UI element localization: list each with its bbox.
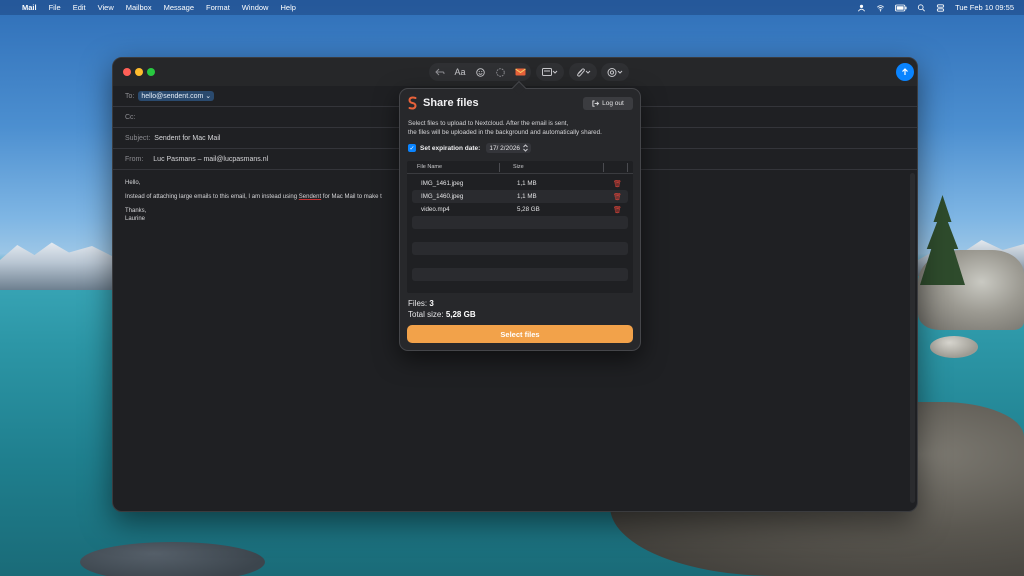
trash-icon[interactable]: 🗑 <box>613 206 622 214</box>
attach-button[interactable] <box>569 63 597 81</box>
stepper-icon[interactable] <box>523 144 528 152</box>
empty-row <box>412 242 628 255</box>
trash-icon[interactable]: 🗑 <box>613 193 622 201</box>
menu-view[interactable]: View <box>98 3 114 12</box>
battery-icon[interactable] <box>895 4 907 12</box>
empty-row <box>412 216 628 229</box>
body-signature: Laurine <box>125 216 146 222</box>
table-row[interactable]: IMG_1461.jpeg 1,1 MB 🗑 <box>412 177 628 190</box>
menu-edit[interactable]: Edit <box>73 3 86 12</box>
send-button[interactable] <box>896 63 914 81</box>
cc-label: Cc: <box>125 113 136 121</box>
reply-arrow-icon[interactable] <box>430 63 450 81</box>
format-toolbar: Aa <box>429 63 531 81</box>
send-arrow-icon <box>902 68 908 75</box>
scrollbar[interactable] <box>910 173 915 503</box>
subject-field[interactable]: Sendent for Mac Mail <box>154 135 220 142</box>
file-size: 1,1 MB <box>517 180 537 187</box>
paperclip-icon <box>577 67 591 77</box>
wallpaper-trees <box>920 195 965 285</box>
file-name: video.mp4 <box>421 206 450 213</box>
column-size[interactable]: Size <box>513 164 524 170</box>
empty-row <box>412 268 628 281</box>
sendent-logo-icon <box>408 96 417 110</box>
format-text-button[interactable]: Aa <box>450 63 470 81</box>
expiration-date-value: 17/ 2/2026 <box>489 144 521 152</box>
expiration-row: ✓ Set expiration date: 17/ 2/2026 <box>408 143 532 153</box>
menu-bar: Mail File Edit View Mailbox Message Form… <box>0 0 1024 15</box>
zoom-window-button[interactable] <box>147 68 155 76</box>
table-row[interactable]: IMG_1460.jpeg 1,1 MB 🗑 <box>412 190 628 203</box>
empty-row <box>412 255 628 268</box>
expiration-checkbox[interactable]: ✓ <box>408 144 416 152</box>
header-fields-button[interactable] <box>536 63 564 81</box>
select-files-button[interactable]: Select files <box>407 325 633 343</box>
popover-title: Share files <box>423 97 479 109</box>
to-recipient-value: hello@sendent.com <box>141 93 204 100</box>
table-row[interactable]: video.mp4 5,28 GB 🗑 <box>412 203 628 216</box>
expiration-date-picker[interactable]: 17/ 2/2026 <box>486 143 532 153</box>
wallpaper-mountains-left <box>0 242 115 290</box>
emoji-icon[interactable] <box>470 63 490 81</box>
total-size-value: 5,28 GB <box>445 310 476 319</box>
menu-clock[interactable]: Tue Feb 10 09:55 <box>955 3 1014 12</box>
expiration-label: Set expiration date: <box>420 144 481 152</box>
files-count-label: Files: <box>408 299 428 308</box>
logout-icon <box>592 100 600 107</box>
file-size: 5,28 GB <box>517 206 540 213</box>
file-name: IMG_1461.jpeg <box>421 180 464 187</box>
markup-icon[interactable] <box>490 63 510 81</box>
to-label: To: <box>125 92 135 100</box>
control-center-icon[interactable] <box>936 3 945 12</box>
menu-window[interactable]: Window <box>242 3 269 12</box>
column-divider <box>499 163 500 172</box>
file-size: 1,1 MB <box>517 193 537 200</box>
body-thanks: Thanks, <box>125 208 147 214</box>
title-bar: Aa <box>113 58 917 86</box>
logout-button[interactable]: Log out <box>583 97 633 110</box>
mention-button[interactable] <box>601 63 629 81</box>
files-summary: Files: 3 Total size: 5,28 GB <box>408 298 476 320</box>
from-label: From: <box>125 155 144 163</box>
file-name: IMG_1460.jpeg <box>421 193 464 200</box>
to-recipient-token[interactable]: hello@sendent.com ⌄ <box>138 91 215 101</box>
message-body[interactable]: Hello, Instead of attaching large emails… <box>125 179 382 229</box>
header-fields-icon <box>542 68 558 76</box>
table-header: File Name Size <box>407 161 633 174</box>
search-icon[interactable] <box>917 3 926 12</box>
logout-label: Log out <box>602 100 624 107</box>
wifi-icon[interactable] <box>876 4 885 12</box>
menu-message[interactable]: Message <box>164 3 194 12</box>
menu-help[interactable]: Help <box>280 3 295 12</box>
column-divider <box>627 163 628 172</box>
status-area: Tue Feb 10 09:55 <box>857 3 1014 12</box>
from-selector[interactable]: Luc Pasmans – mail@lucpasmans.nl <box>153 156 268 163</box>
menu-file[interactable]: File <box>49 3 61 12</box>
subject-label: Subject: <box>125 134 151 142</box>
wallpaper-rock-left <box>80 542 265 576</box>
at-sign-icon <box>607 67 623 77</box>
user-switch-icon[interactable] <box>857 4 866 12</box>
total-size-label: Total size: <box>408 310 444 319</box>
close-window-button[interactable] <box>123 68 131 76</box>
files-count-value: 3 <box>429 299 434 308</box>
sendent-share-icon[interactable] <box>510 63 530 81</box>
trash-icon[interactable]: 🗑 <box>613 180 622 188</box>
column-divider <box>603 163 604 172</box>
popover-description: Select files to upload to Nextcloud. Aft… <box>408 120 602 136</box>
menu-mailbox[interactable]: Mailbox <box>126 3 152 12</box>
menu-app-name[interactable]: Mail <box>22 3 37 12</box>
body-greeting: Hello, <box>125 180 141 186</box>
empty-row <box>412 229 628 242</box>
body-paragraph: Instead of attaching large emails to thi… <box>125 194 382 200</box>
share-files-popover: Share files Log out Select files to uplo… <box>399 80 641 351</box>
files-table: File Name Size IMG_1461.jpeg 1,1 MB 🗑 IM… <box>407 161 633 293</box>
menu-format[interactable]: Format <box>206 3 230 12</box>
minimize-window-button[interactable] <box>135 68 143 76</box>
wallpaper-rock <box>930 336 978 358</box>
